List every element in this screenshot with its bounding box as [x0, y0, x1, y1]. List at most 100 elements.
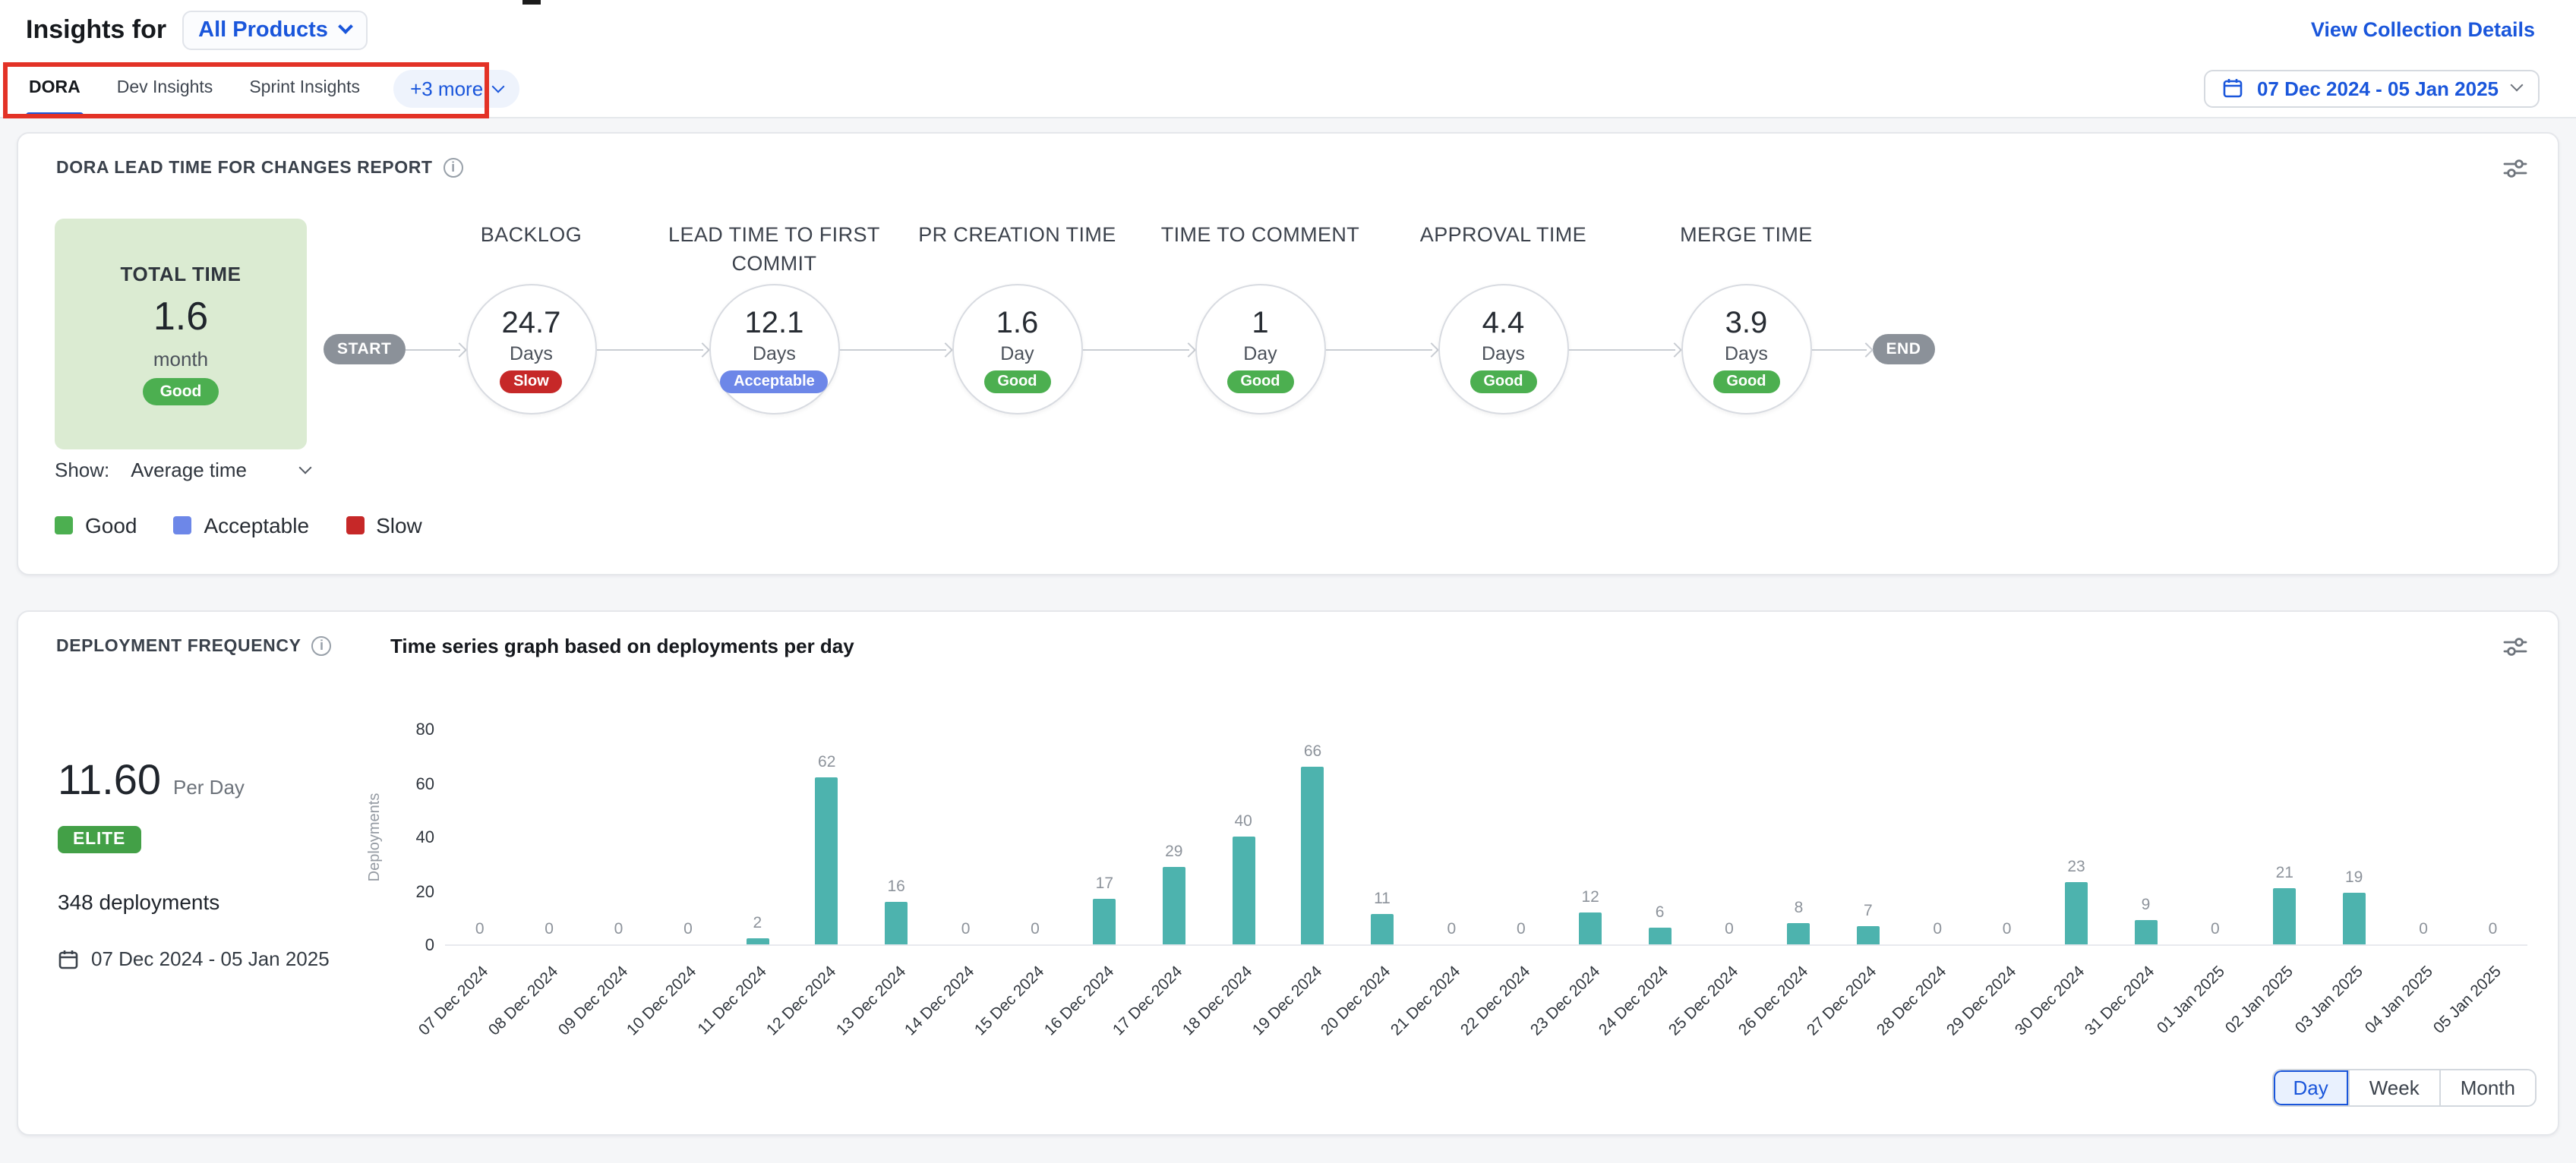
chart-column: 0 — [1972, 729, 2041, 944]
granularity-toggle: Day Week Month — [2271, 1069, 2537, 1107]
legend-swatch-acceptable — [174, 516, 192, 534]
tab-dev-insights[interactable]: Dev Insights — [114, 59, 216, 117]
granularity-week-button[interactable]: Week — [2348, 1070, 2439, 1105]
chart-column: 0 — [2180, 729, 2249, 944]
show-selected-value: Average time — [131, 459, 301, 481]
legend-item-good: Good — [55, 513, 137, 537]
deployment-bar[interactable] — [1579, 912, 1602, 944]
chart-column: 62 — [792, 729, 861, 944]
view-collection-details-link[interactable]: View Collection Details — [2311, 18, 2535, 41]
deployment-bar[interactable] — [746, 938, 769, 944]
deployment-bar[interactable] — [2134, 920, 2157, 944]
deployment-date-range: 07 Dec 2024 - 05 Jan 2025 — [58, 947, 330, 970]
chart-column: 0 — [653, 729, 722, 944]
chart-settings-icon[interactable] — [2503, 158, 2527, 187]
legend-label: Acceptable — [204, 513, 310, 537]
deployment-bar[interactable] — [1371, 914, 1394, 944]
stage-circle: 1 Day Good — [1195, 284, 1325, 414]
bar-value-label: 7 — [1864, 902, 1873, 920]
top-header: Insights for All Products View Collectio… — [0, 0, 2576, 59]
chart-column: 0 — [584, 729, 653, 944]
rate-unit: Per Day — [173, 776, 245, 799]
granularity-day-button[interactable]: Day — [2273, 1070, 2347, 1105]
chart-column: 0 — [1694, 729, 1763, 944]
date-range-picker[interactable]: 07 Dec 2024 - 05 Jan 2025 — [2204, 69, 2540, 107]
chart-column: 0 — [1486, 729, 1555, 944]
bar-value-label: 11 — [1374, 890, 1391, 908]
lead-time-legend: Good Acceptable Slow — [55, 513, 422, 537]
bar-value-label: 9 — [2142, 896, 2151, 914]
deployment-rate: 11.60 Per Day — [58, 756, 330, 805]
chart-column: 0 — [2388, 729, 2458, 944]
legend-item-acceptable: Acceptable — [174, 513, 310, 537]
bar-value-label: 62 — [818, 753, 835, 771]
flow-arrow-icon — [839, 342, 952, 357]
deployment-bar[interactable] — [1093, 899, 1116, 944]
tab-dora[interactable]: DORA — [26, 59, 84, 117]
deployment-bar[interactable] — [2343, 893, 2366, 944]
total-time-panel: TOTAL TIME 1.6 month Good — [55, 219, 307, 449]
bar-value-label: 0 — [1933, 920, 1942, 938]
y-tick-label: 80 — [416, 720, 435, 741]
bar-value-label: 40 — [1234, 812, 1252, 830]
deployment-bar[interactable] — [1302, 767, 1324, 944]
deployment-bar[interactable] — [2273, 888, 2296, 944]
total-time-unit: month — [153, 348, 208, 370]
more-tabs-dropdown[interactable]: +3 more — [393, 69, 519, 107]
stage-circle: 3.9 Days Good — [1681, 284, 1811, 414]
bar-value-label: 0 — [475, 920, 485, 938]
chart-column: 0 — [1000, 729, 1069, 944]
chart-column: 6 — [1625, 729, 1694, 944]
legend-swatch-good — [55, 516, 73, 534]
chart-column: 40 — [1208, 729, 1277, 944]
chart-column: 0 — [931, 729, 1000, 944]
deployment-bar[interactable] — [1649, 928, 1672, 944]
chart-xlabels: 07 Dec 202408 Dec 202409 Dec 202410 Dec … — [445, 947, 2527, 1069]
flow-arrow-icon — [405, 342, 466, 357]
x-axis-label: 07 Dec 2024 — [416, 963, 493, 1039]
lead-time-card-title: DORA LEAD TIME FOR CHANGES REPORT — [56, 159, 433, 177]
tab-sprint-insights[interactable]: Sprint Insights — [246, 59, 363, 117]
deployment-bar[interactable] — [1163, 867, 1185, 944]
deployment-bar[interactable] — [1232, 837, 1255, 944]
stage-label: TIME TO COMMENT — [1129, 220, 1391, 249]
stage-value: 3.9 — [1725, 306, 1768, 341]
stage-circle: 12.1 Days Acceptable — [709, 284, 839, 414]
bar-value-label: 0 — [1725, 920, 1734, 938]
show-label: Show: — [55, 459, 109, 481]
granularity-month-button[interactable]: Month — [2439, 1070, 2535, 1105]
chart-column: 17 — [1070, 729, 1139, 944]
deployment-frequency-card: DEPLOYMENT FREQUENCY Time series graph b… — [17, 610, 2559, 1136]
total-time-value: 1.6 — [153, 293, 208, 340]
chart-column: 8 — [1764, 729, 1833, 944]
chart-column: 0 — [445, 729, 514, 944]
chart-column: 12 — [1556, 729, 1625, 944]
bar-value-label: 0 — [2489, 920, 2498, 938]
bar-value-label: 0 — [2003, 920, 2012, 938]
info-icon[interactable] — [444, 158, 463, 178]
stage-label: BACKLOG — [400, 220, 661, 249]
stage-value: 1 — [1252, 306, 1268, 341]
deployment-bar[interactable] — [1787, 923, 1810, 944]
deployment-stats: 11.60 Per Day ELITE 348 deployments 07 D… — [58, 756, 330, 970]
stage-unit: Days — [753, 342, 796, 364]
chart-settings-icon[interactable] — [2503, 636, 2527, 665]
deployment-bar[interactable] — [816, 777, 838, 944]
chart-column: 11 — [1347, 729, 1416, 944]
stage-value: 24.7 — [502, 306, 561, 341]
bar-value-label: 12 — [1582, 888, 1599, 906]
stage-label: LEAD TIME TO FIRST COMMIT — [643, 220, 904, 278]
show-dropdown[interactable]: Show: Average time — [55, 459, 310, 481]
page-title: Insights for — [26, 14, 166, 45]
stage-badge: Good — [1470, 370, 1536, 392]
product-selector-dropdown[interactable]: All Products — [182, 10, 368, 49]
info-icon[interactable] — [312, 636, 332, 656]
y-tick-label: 40 — [416, 827, 435, 849]
total-time-badge: Good — [144, 378, 219, 405]
chart-column: 23 — [2041, 729, 2110, 944]
end-pill: END — [1872, 334, 1934, 364]
deployment-bar[interactable] — [2065, 882, 2088, 944]
deployment-bar[interactable] — [1857, 926, 1880, 944]
deployment-bar[interactable] — [885, 902, 908, 944]
stage-time-to-comment: TIME TO COMMENT 1 Day Good — [1195, 284, 1325, 414]
